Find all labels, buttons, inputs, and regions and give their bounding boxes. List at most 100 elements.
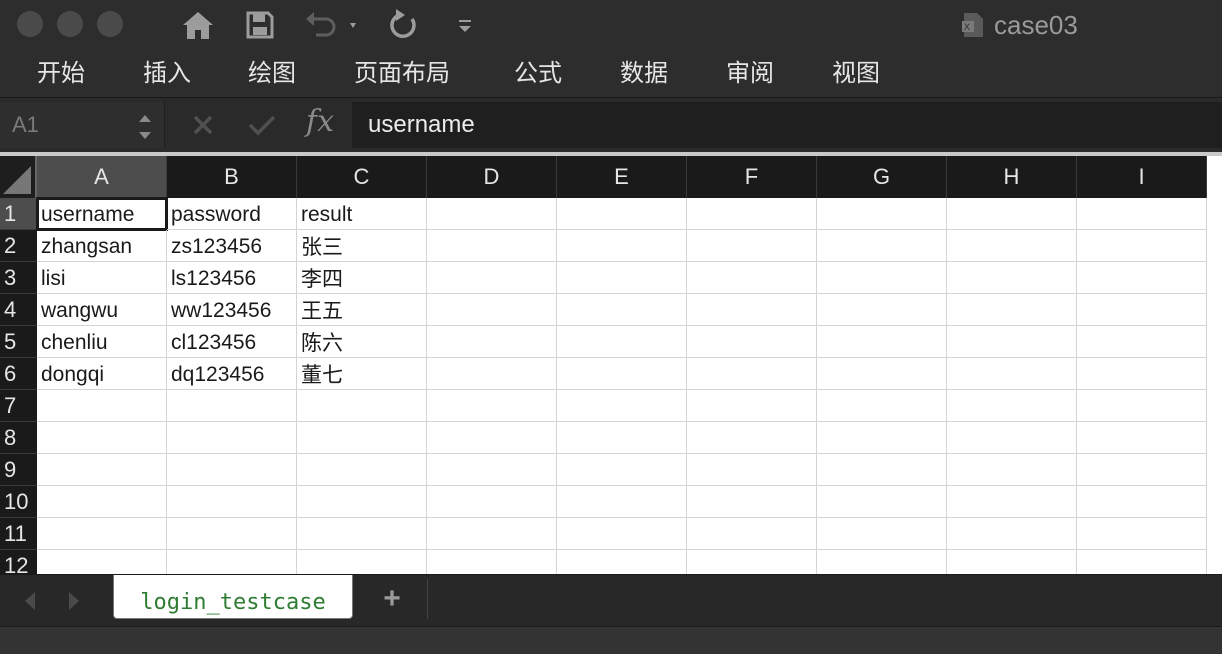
tab-insert[interactable]: 插入 [143,56,191,90]
cell-c1[interactable]: result [297,198,427,230]
cell-g10[interactable] [817,486,947,518]
row-header-12[interactable]: 12 [0,550,37,574]
cell-f7[interactable] [687,390,817,422]
cell-f1[interactable] [687,198,817,230]
cancel-icon[interactable] [186,108,220,142]
row-header-4[interactable]: 4 [0,294,37,326]
row-header-2[interactable]: 2 [0,230,37,262]
cell-f4[interactable] [687,294,817,326]
minimize-window-button[interactable] [57,11,83,37]
cell-i2[interactable] [1077,230,1207,262]
cell-d11[interactable] [427,518,557,550]
tab-page-layout[interactable]: 页面布局 [354,56,450,90]
cell-c2[interactable]: 张三 [297,230,427,262]
column-header-f[interactable]: F [687,156,817,198]
cell-f9[interactable] [687,454,817,486]
cell-b3[interactable]: ls123456 [167,262,297,294]
cell-a4[interactable]: wangwu [37,294,167,326]
cell-d12[interactable] [427,550,557,574]
cell-h9[interactable] [947,454,1077,486]
cell-b12[interactable] [167,550,297,574]
redo-icon[interactable] [384,6,422,44]
cell-e6[interactable] [557,358,687,390]
cell-d4[interactable] [427,294,557,326]
cell-i3[interactable] [1077,262,1207,294]
cell-d3[interactable] [427,262,557,294]
cell-b7[interactable] [167,390,297,422]
cell-d6[interactable] [427,358,557,390]
cell-f6[interactable] [687,358,817,390]
column-header-g[interactable]: G [817,156,947,198]
cell-g4[interactable] [817,294,947,326]
column-header-c[interactable]: C [297,156,427,198]
zoom-window-button[interactable] [97,11,123,37]
sheet-tab-login-testcase[interactable]: login_testcase [113,575,353,619]
cell-i1[interactable] [1077,198,1207,230]
cell-h11[interactable] [947,518,1077,550]
column-header-a[interactable]: A [37,156,167,198]
cell-f8[interactable] [687,422,817,454]
cell-e8[interactable] [557,422,687,454]
cell-i6[interactable] [1077,358,1207,390]
row-header-7[interactable]: 7 [0,390,37,422]
tab-view[interactable]: 视图 [832,56,880,90]
cell-g11[interactable] [817,518,947,550]
name-box-stepper-icon[interactable] [136,108,154,142]
tab-home[interactable]: 开始 [37,56,85,90]
cell-f12[interactable] [687,550,817,574]
cell-g9[interactable] [817,454,947,486]
cell-h2[interactable] [947,230,1077,262]
cell-d8[interactable] [427,422,557,454]
tab-draw[interactable]: 绘图 [248,56,296,90]
cell-b2[interactable]: zs123456 [167,230,297,262]
cell-d5[interactable] [427,326,557,358]
cell-g12[interactable] [817,550,947,574]
column-header-e[interactable]: E [557,156,687,198]
cell-c7[interactable] [297,390,427,422]
cell-b10[interactable] [167,486,297,518]
cell-d2[interactable] [427,230,557,262]
cell-f11[interactable] [687,518,817,550]
cell-c9[interactable] [297,454,427,486]
cell-c12[interactable] [297,550,427,574]
cell-b11[interactable] [167,518,297,550]
name-box[interactable]: A1 [0,102,165,148]
cell-h4[interactable] [947,294,1077,326]
cell-e10[interactable] [557,486,687,518]
column-header-i[interactable]: I [1077,156,1207,198]
cell-c10[interactable] [297,486,427,518]
row-header-11[interactable]: 11 [0,518,37,550]
cell-g3[interactable] [817,262,947,294]
cell-i5[interactable] [1077,326,1207,358]
cell-f10[interactable] [687,486,817,518]
cell-i4[interactable] [1077,294,1207,326]
cell-a12[interactable] [37,550,167,574]
cell-a6[interactable]: dongqi [37,358,167,390]
cell-b6[interactable]: dq123456 [167,358,297,390]
cell-g7[interactable] [817,390,947,422]
cell-e3[interactable] [557,262,687,294]
cell-g2[interactable] [817,230,947,262]
select-all-corner[interactable] [0,156,37,198]
cell-e2[interactable] [557,230,687,262]
cell-d7[interactable] [427,390,557,422]
confirm-icon[interactable] [244,108,280,142]
cell-c8[interactable] [297,422,427,454]
row-header-5[interactable]: 5 [0,326,37,358]
next-sheet-icon[interactable] [64,589,84,613]
cell-e11[interactable] [557,518,687,550]
cell-f3[interactable] [687,262,817,294]
previous-sheet-icon[interactable] [20,589,40,613]
row-header-10[interactable]: 10 [0,486,37,518]
cell-h12[interactable] [947,550,1077,574]
cell-b4[interactable]: ww123456 [167,294,297,326]
cell-h6[interactable] [947,358,1077,390]
formula-input[interactable]: username [352,102,1222,148]
tab-data[interactable]: 数据 [620,56,668,90]
cell-c6[interactable]: 董七 [297,358,427,390]
cell-c11[interactable] [297,518,427,550]
column-header-b[interactable]: B [167,156,297,198]
cell-e5[interactable] [557,326,687,358]
cell-a10[interactable] [37,486,167,518]
cell-a8[interactable] [37,422,167,454]
